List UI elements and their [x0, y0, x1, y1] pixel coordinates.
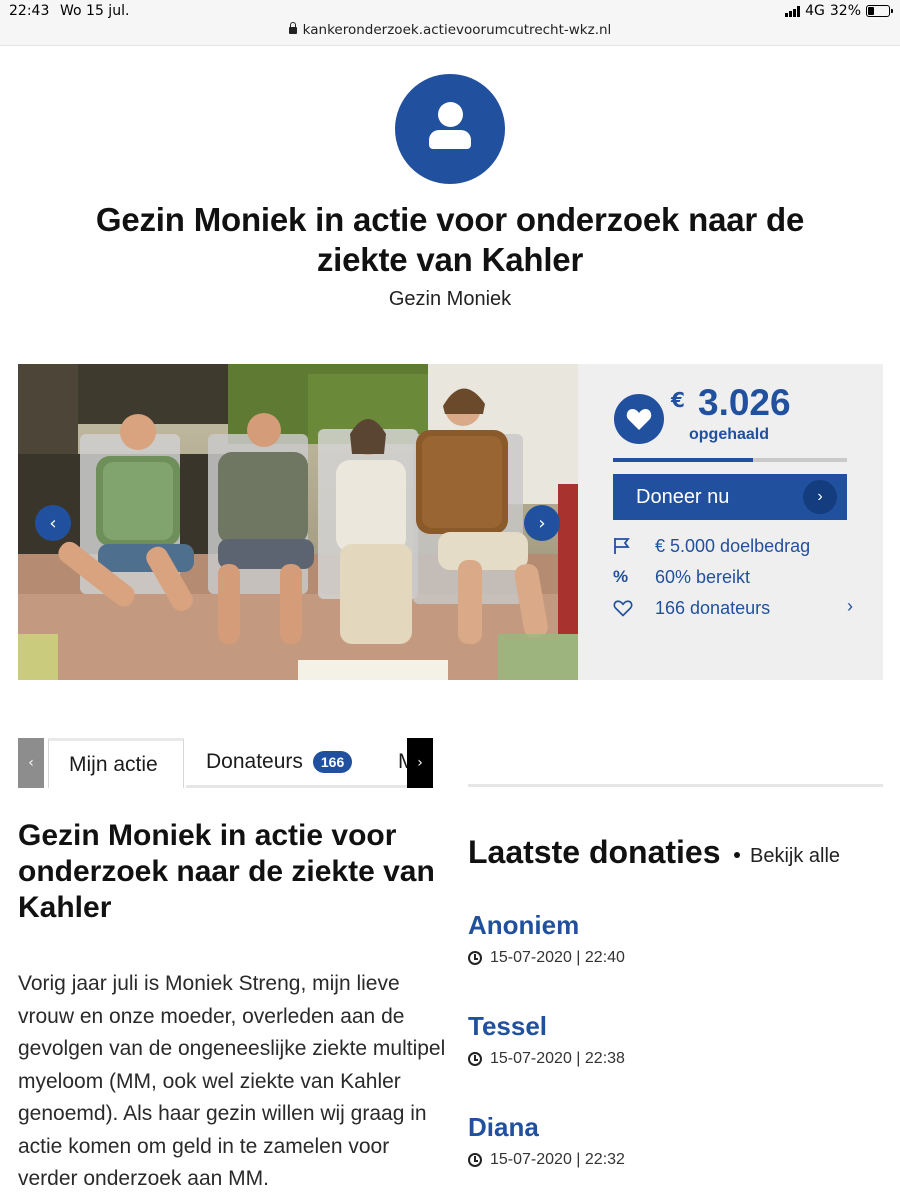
heart-outline-icon: [613, 599, 655, 617]
progress-text: 60% bereikt: [655, 566, 751, 587]
tab-scroll-left-button[interactable]: ‹: [18, 738, 44, 788]
tab-scroll-right-button[interactable]: ›: [407, 738, 433, 788]
donors-text: 166 donateurs: [655, 597, 771, 618]
progress-row: % 60% bereikt: [613, 565, 853, 589]
donors-row[interactable]: 166 donateurs ›: [613, 596, 853, 620]
chevron-right-icon: ›: [847, 596, 853, 616]
tab-my-action-label: Mijn actie: [69, 752, 158, 776]
hero-photo-illustration: [18, 364, 578, 680]
tab-bar: ‹ Mijn actie Donateurs 166 M ›: [18, 738, 433, 788]
chevron-left-icon: ‹: [49, 512, 57, 534]
clock-icon: [468, 1153, 482, 1167]
donor-name: Anoniem: [468, 910, 580, 940]
donation-time-text: 15-07-2020 | 22:40: [490, 949, 625, 966]
battery-level: [868, 7, 875, 15]
story-body: Vorig jaar juli is Moniek Streng, mijn l…: [18, 972, 446, 1190]
goal-text: € 5.000 doelbedrag: [655, 535, 811, 556]
clock-icon: [468, 951, 482, 965]
page-subtitle: Gezin Moniek: [388, 288, 512, 310]
battery-icon: [866, 5, 893, 17]
donation-item: Diana 15-07-2020 | 22:32: [468, 1112, 868, 1169]
hero-photo: [18, 364, 578, 680]
donor-name: Diana: [468, 1112, 539, 1142]
donation-time: 15-07-2020 | 22:40: [468, 949, 868, 967]
clock-icon: [468, 1052, 482, 1066]
flag-icon: [613, 537, 655, 555]
battery-percentage: 32%: [829, 3, 861, 19]
donation-time-text: 15-07-2020 | 22:32: [490, 1151, 625, 1168]
donation-time-text: 15-07-2020 | 22:38: [490, 1050, 625, 1067]
heart-badge: [614, 394, 664, 444]
see-all-link[interactable]: Bekijk alle: [734, 845, 840, 868]
heart-icon: [626, 409, 652, 430]
fundraising-panel: € 3.026 opgehaald Doneer nu › € 5.000 do…: [578, 364, 883, 680]
url-text: kankeronderzoek.actievoorumcutrecht-wkz.…: [302, 22, 612, 38]
donation-time: 15-07-2020 | 22:38: [468, 1050, 868, 1068]
progress-bar: [613, 458, 847, 462]
tab-my-action[interactable]: Mijn actie: [48, 738, 184, 788]
donation-item: Anoniem 15-07-2020 | 22:40: [468, 910, 868, 967]
status-date: Wo 15 jul.: [60, 3, 130, 19]
progress-bar-fill: [613, 458, 754, 462]
page-title: Gezin Moniek in actie voor onderzoek naa…: [95, 201, 805, 278]
donations-heading: Laatste donaties: [468, 834, 721, 870]
donate-button[interactable]: Doneer nu ›: [613, 474, 847, 520]
donation-time: 15-07-2020 | 22:32: [468, 1151, 868, 1169]
donation-item: Tessel 15-07-2020 | 22:38: [468, 1011, 868, 1068]
raised-amount: 3.026: [698, 382, 791, 423]
tab-donors-label: Donateurs: [206, 749, 303, 773]
see-all-label: Bekijk alle: [750, 845, 841, 867]
donate-button-label: Doneer nu: [636, 485, 730, 508]
story-title: Gezin Moniek in actie voor onderzoek naa…: [18, 819, 435, 924]
chevron-right-icon: ›: [803, 480, 837, 514]
avatar: [395, 74, 505, 184]
tab-donors[interactable]: Donateurs 166: [186, 738, 408, 788]
signal-icon: [785, 5, 801, 17]
chevron-left-icon: ‹: [28, 755, 34, 771]
network-label: 4G: [805, 3, 825, 19]
lock-icon: [288, 22, 297, 34]
bullet-icon: [734, 852, 740, 858]
divider: [468, 784, 883, 787]
raised-label: opgehaald: [689, 426, 770, 443]
address-bar[interactable]: kankeronderzoek.actievoorumcutrecht-wkz.…: [0, 22, 900, 38]
goal-row: € 5.000 doelbedrag: [613, 534, 853, 558]
percent-icon: %: [613, 567, 629, 586]
user-icon-body: [429, 130, 471, 149]
status-time: 22:43: [9, 3, 50, 19]
donor-name: Tessel: [468, 1011, 548, 1041]
carousel-next-button[interactable]: ›: [524, 505, 560, 541]
chevron-right-icon: ›: [417, 755, 423, 771]
status-indicators: 4G 32%: [785, 3, 893, 19]
status-bar: 22:43 Wo 15 jul. 4G 32% kankeronderzoek.…: [0, 0, 900, 46]
carousel-prev-button[interactable]: ‹: [35, 505, 71, 541]
donors-count-badge: 166: [312, 750, 353, 773]
user-icon: [438, 102, 463, 127]
chevron-right-icon: ›: [538, 512, 546, 534]
raised-currency: €: [671, 388, 685, 412]
